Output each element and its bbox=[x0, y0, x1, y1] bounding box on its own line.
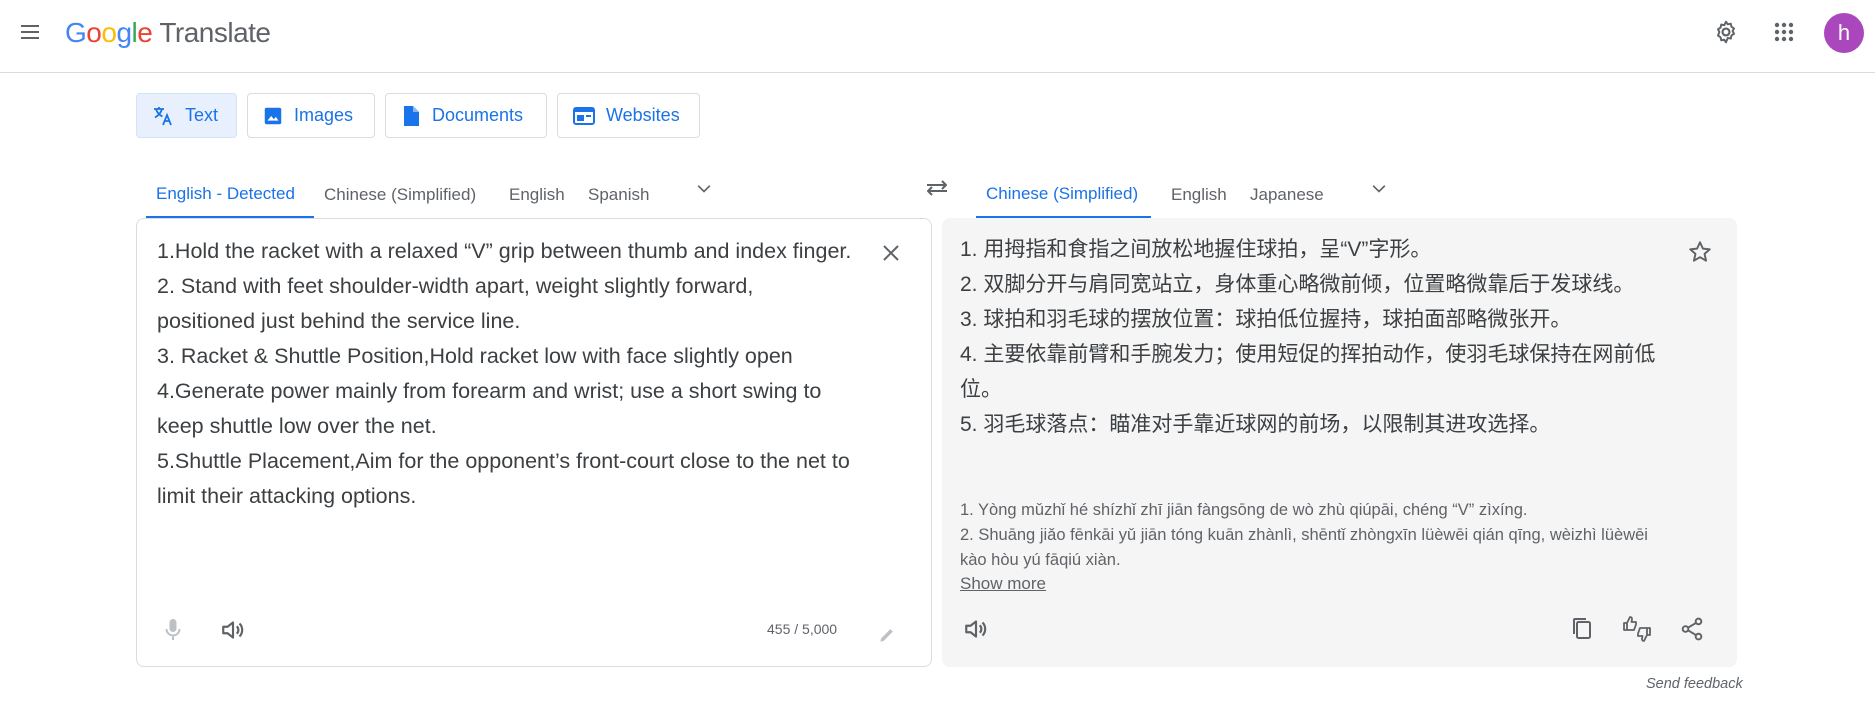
swap-languages-button[interactable] bbox=[919, 170, 955, 206]
translation-line: 2. 双脚分开与肩同宽站立，身体重心略微前倾，位置略微靠后于发球线。 bbox=[960, 273, 1635, 296]
copy-icon bbox=[1573, 618, 1591, 639]
top-app-bar: Google Translate h bbox=[0, 0, 1875, 73]
settings-button[interactable] bbox=[1708, 14, 1744, 50]
main-menu-button[interactable] bbox=[12, 14, 48, 50]
source-lang-chinese-simplified[interactable]: Chinese (Simplified) bbox=[314, 172, 486, 218]
tab-label: Websites bbox=[606, 105, 680, 125]
share-translation-button[interactable] bbox=[1676, 613, 1708, 645]
source-lang-english[interactable]: English bbox=[499, 172, 575, 218]
swap-icon bbox=[927, 180, 947, 196]
apps-grid-icon bbox=[1774, 22, 1794, 42]
logo-letter: g bbox=[116, 17, 132, 48]
account-avatar[interactable]: h bbox=[1824, 13, 1864, 53]
google-translate-logo[interactable]: Google Translate bbox=[65, 15, 271, 51]
translation-output: 1. 用拇指和食指之间放松地握住球拍，呈“V”字形。 2. 双脚分开与肩同宽站立… bbox=[960, 232, 1660, 442]
translation-line: 4. 主要依靠前臂和手腕发力；使用短促的挥拍动作，使羽毛球保持在网前低位。 bbox=[960, 343, 1656, 401]
settings-icon bbox=[1717, 20, 1735, 44]
source-line: 4.Generate power mainly from forearm and… bbox=[157, 379, 822, 438]
source-text-input[interactable]: 1.Hold the racket with a relaxed “V” gri… bbox=[157, 234, 857, 514]
microphone-icon bbox=[165, 619, 181, 640]
pencil-icon bbox=[880, 629, 893, 642]
thumbs-up-down-icon bbox=[1623, 616, 1651, 642]
close-icon bbox=[883, 245, 899, 261]
translate-icon bbox=[154, 106, 172, 125]
document-icon bbox=[404, 105, 419, 126]
source-line: 1.Hold the racket with a relaxed “V” gri… bbox=[157, 239, 852, 263]
romanization: 1. Yòng mǔzhǐ hé shízhǐ zhī jiān fàngsōn… bbox=[960, 498, 1660, 573]
save-translation-button[interactable] bbox=[1684, 236, 1716, 268]
pinyin-line: 2. Shuāng jiǎo fēnkāi yǔ jiān tóng kuān … bbox=[960, 526, 1648, 569]
logo-letter: o bbox=[101, 17, 117, 48]
speaker-icon bbox=[222, 621, 244, 639]
translation-panel: 1. 用拇指和食指之间放松地握住球拍，呈“V”字形。 2. 双脚分开与肩同宽站立… bbox=[942, 218, 1737, 667]
target-lang-chinese-simplified[interactable]: Chinese (Simplified) bbox=[976, 172, 1151, 218]
character-count: 455 / 5,000 bbox=[767, 621, 838, 637]
voice-input-button[interactable] bbox=[157, 614, 189, 646]
chevron-down-icon bbox=[1372, 185, 1386, 193]
tab-text[interactable]: Text bbox=[136, 93, 237, 138]
website-icon bbox=[573, 106, 595, 125]
pinyin-line: 1. Yòng mǔzhǐ hé shízhǐ zhī jiān fàngsōn… bbox=[960, 501, 1528, 519]
product-name: Translate bbox=[159, 17, 271, 48]
source-lang-spanish[interactable]: Spanish bbox=[578, 172, 659, 218]
rate-translation-button[interactable] bbox=[1621, 613, 1653, 645]
tab-websites[interactable]: Websites bbox=[557, 93, 700, 138]
source-lang-more-button[interactable] bbox=[688, 173, 720, 205]
copy-translation-button[interactable] bbox=[1566, 613, 1598, 645]
source-line: 5.Shuttle Placement,Aim for the opponent… bbox=[157, 449, 850, 508]
google-apps-button[interactable] bbox=[1766, 14, 1802, 50]
listen-source-button[interactable] bbox=[217, 614, 249, 646]
show-more-link[interactable]: Show more bbox=[960, 574, 1046, 594]
translation-line: 5. 羽毛球落点：瞄准对手靠近球网的前场，以限制其进攻选择。 bbox=[960, 413, 1551, 436]
logo-letter: o bbox=[86, 17, 102, 48]
star-icon bbox=[1689, 241, 1711, 262]
source-line: 2. Stand with feet shoulder-width apart,… bbox=[157, 274, 754, 333]
target-lang-english[interactable]: English bbox=[1161, 172, 1237, 218]
handwriting-button[interactable] bbox=[871, 619, 903, 651]
tab-images[interactable]: Images bbox=[247, 93, 375, 138]
target-lang-more-button[interactable] bbox=[1363, 173, 1395, 205]
source-text-panel: 1.Hold the racket with a relaxed “V” gri… bbox=[136, 218, 932, 667]
clear-source-button[interactable] bbox=[875, 237, 907, 269]
share-icon bbox=[1681, 617, 1703, 641]
tab-label: Text bbox=[185, 105, 219, 125]
source-lang-detected[interactable]: English - Detected bbox=[146, 172, 314, 218]
logo-letter: G bbox=[65, 17, 87, 48]
menu-icon bbox=[21, 25, 39, 39]
tab-documents[interactable]: Documents bbox=[385, 93, 547, 138]
tab-label: Documents bbox=[432, 105, 524, 125]
tab-label: Images bbox=[294, 105, 354, 125]
listen-translation-button[interactable] bbox=[960, 613, 992, 645]
speaker-icon bbox=[965, 620, 987, 638]
send-feedback-link[interactable]: Send feedback bbox=[1646, 676, 1743, 692]
source-line: 3. Racket & Shuttle Position,Hold racket… bbox=[157, 344, 793, 368]
translation-line: 1. 用拇指和食指之间放松地握住球拍，呈“V”字形。 bbox=[960, 238, 1432, 261]
image-icon bbox=[264, 107, 282, 124]
logo-letter: e bbox=[137, 17, 153, 48]
target-lang-japanese[interactable]: Japanese bbox=[1240, 172, 1334, 218]
translation-line: 3. 球拍和羽毛球的摆放位置：球拍低位握持，球拍面部略微张开。 bbox=[960, 308, 1572, 331]
chevron-down-icon bbox=[697, 185, 711, 193]
